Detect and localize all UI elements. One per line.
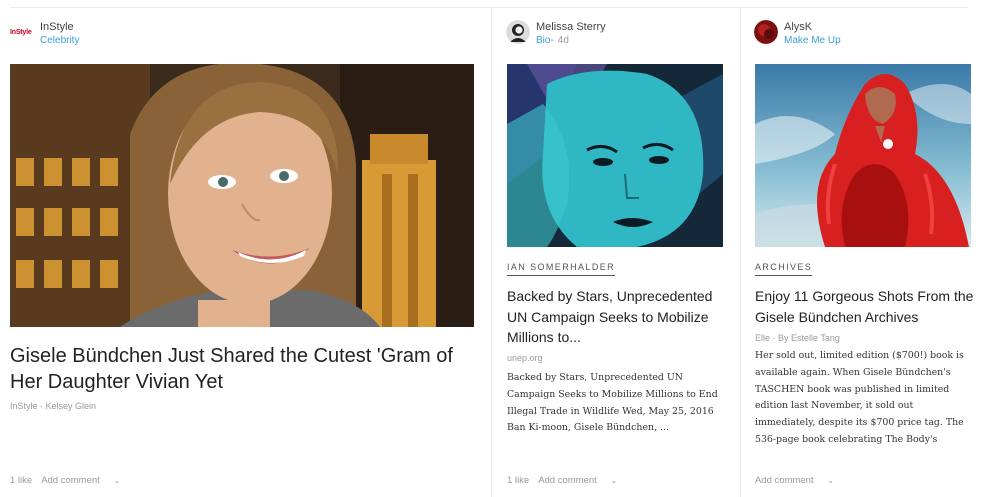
avatar[interactable] (506, 20, 530, 44)
article-card-unep[interactable]: Melissa Sterry Bio- 4d IAN SOMERHALDER Ba… (491, 8, 739, 497)
article-title[interactable]: Gisele Bündchen Just Shared the Cutest '… (10, 343, 480, 395)
article-domain: unep.org (507, 353, 543, 363)
article-image[interactable] (10, 64, 474, 327)
article-card-elle[interactable]: AlysK Make Me Up ARCHIVES Enjoy 11 Gorge… (740, 8, 985, 497)
post-age: 4d (557, 35, 569, 46)
source-category[interactable]: Make Me Up (784, 35, 841, 46)
source-name[interactable]: InStyle (40, 21, 74, 33)
chevron-down-icon[interactable]: ⌄ (113, 476, 120, 485)
article-meta: InStyle · Kelsey Glein (10, 401, 97, 411)
article-image[interactable] (507, 64, 723, 247)
source-name[interactable]: Melissa Sterry (536, 21, 606, 33)
card-actions: 1 like Add comment ⌄ (10, 475, 138, 486)
instyle-logo: InStyle (10, 29, 32, 36)
chevron-down-icon[interactable]: ⌄ (610, 476, 617, 485)
article-excerpt: Backed by Stars, Unprecedented UN Campai… (507, 372, 718, 434)
woman-smiling-photo (10, 64, 474, 327)
article-title[interactable]: Enjoy 11 Gorgeous Shots From the Gisele … (755, 286, 977, 327)
card-actions: 1 like Add comment ⌄ (507, 475, 635, 486)
article-image[interactable] (755, 64, 971, 247)
topic-tag[interactable]: IAN SOMERHALDER (507, 262, 616, 276)
add-comment-button[interactable]: Add comment ⌄ (41, 475, 129, 486)
woman-red-fur-photo (755, 64, 971, 247)
chevron-down-icon[interactable]: ⌄ (827, 476, 834, 485)
topic-tag[interactable]: ARCHIVES (755, 262, 813, 276)
add-comment-button[interactable]: Add comment ⌄ (538, 475, 626, 486)
add-comment-button[interactable]: Add comment ⌄ (755, 475, 843, 486)
article-title[interactable]: Backed by Stars, Unprecedented UN Campai… (507, 286, 729, 348)
article-meta: Elle · By Estelle Tang (755, 333, 840, 343)
source-name[interactable]: AlysK (784, 21, 812, 33)
card-actions: Add comment ⌄ (755, 475, 852, 486)
article-card-instyle[interactable]: InStyle InStyle Celebrity Gisele Bündche… (0, 8, 490, 497)
woman-teal-portrait (507, 64, 723, 247)
source-category[interactable]: Bio- 4d (536, 35, 569, 46)
like-count[interactable]: 1 like (507, 475, 529, 486)
source-category[interactable]: Celebrity (40, 35, 79, 46)
article-excerpt: Her sold out, limited edition ($700!) bo… (755, 350, 964, 445)
like-count[interactable]: 1 like (10, 475, 32, 486)
avatar[interactable] (754, 20, 778, 44)
